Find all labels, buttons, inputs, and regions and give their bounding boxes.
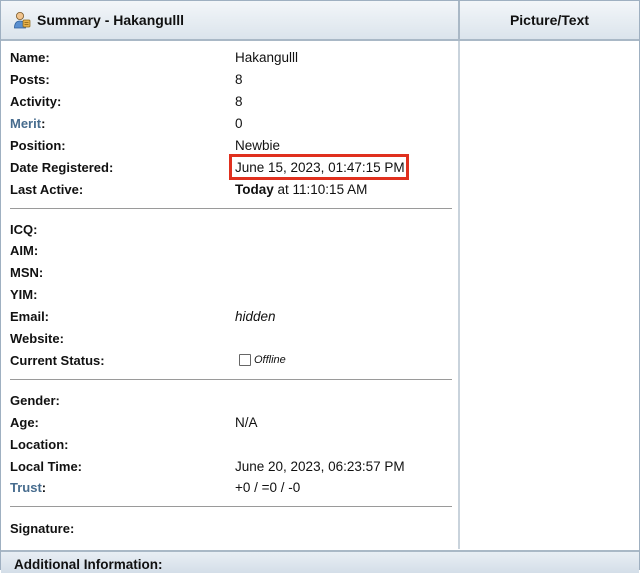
row-current-status: Current Status: Offline (10, 353, 450, 373)
merit-link[interactable]: Merit (10, 116, 41, 131)
local-time-value: June 20, 2023, 06:23:57 PM (235, 459, 405, 474)
msn-label: MSN: (10, 265, 44, 280)
section-divider (10, 506, 452, 507)
row-msn: MSN: (10, 265, 450, 285)
merit-colon: : (41, 116, 46, 131)
email-value: hidden (235, 309, 276, 324)
email-hidden: hidden (235, 309, 276, 324)
posts-label: Posts: (10, 72, 50, 87)
row-last-active: Last Active: Today at 11:10:15 AM (10, 182, 450, 202)
row-signature: Signature: (10, 521, 450, 541)
offline-icon (239, 354, 251, 366)
name-value: Hakangulll (235, 50, 299, 65)
row-aim: AIM: (10, 243, 450, 263)
picture-text-heading: Picture/Text (509, 12, 590, 28)
row-icq: ICQ: (10, 222, 450, 242)
name-label: Name: (10, 50, 50, 65)
row-email: Email: hidden (10, 309, 450, 329)
summary-title: Summary - Hakangulll (37, 12, 185, 28)
yim-label: YIM: (10, 287, 38, 302)
last-active-day: Today (235, 182, 274, 197)
position-label: Position: (10, 138, 66, 153)
aim-label: AIM: (10, 243, 39, 258)
email-label: Email: (10, 309, 50, 324)
local-time-label: Local Time: (10, 459, 83, 474)
section-divider (10, 379, 452, 380)
profile-details: Name: Hakangulll Posts: 8 Activity: 8 Me… (1, 41, 458, 549)
row-local-time: Local Time: June 20, 2023, 06:23:57 PM (10, 459, 450, 479)
activity-value: 8 (235, 94, 243, 109)
row-gender: Gender: (10, 393, 450, 413)
trust-label: Trust: (10, 480, 46, 495)
row-activity: Activity: 8 (10, 94, 450, 114)
section-divider (10, 208, 452, 209)
status-indicator: Offline (239, 354, 286, 366)
row-website: Website: (10, 331, 450, 351)
activity-label: Activity: (10, 94, 62, 109)
row-trust: Trust: +0 / =0 / -0 (10, 480, 450, 500)
current-status-label: Current Status: (10, 353, 105, 368)
merit-label: Merit: (10, 116, 45, 131)
website-label: Website: (10, 331, 64, 346)
user-icon (13, 11, 31, 29)
trust-value: +0 / =0 / -0 (235, 480, 301, 495)
last-active-value: Today at 11:10:15 AM (235, 182, 367, 197)
trust-link[interactable]: Trust (10, 480, 42, 495)
trust-colon: : (41, 480, 47, 495)
date-registered-value: June 15, 2023, 01:47:15 PM (235, 160, 405, 175)
age-label: Age: (10, 415, 39, 430)
row-merit: Merit: 0 (10, 116, 450, 136)
row-posts: Posts: 8 (10, 72, 450, 92)
row-age: Age: N/A (10, 415, 450, 435)
last-active-label: Last Active: (10, 182, 84, 197)
age-value: N/A (235, 415, 258, 430)
summary-header: Summary - Hakangulll (1, 1, 460, 39)
icq-label: ICQ: (10, 222, 38, 237)
date-registered-label: Date Registered: (10, 160, 114, 175)
row-location: Location: (10, 437, 450, 457)
posts-value: 8 (235, 72, 243, 87)
last-active-time: at 11:10:15 AM (273, 182, 368, 197)
position-value: Newbie (235, 138, 281, 153)
profile-panel: Summary - Hakangulll Picture/Text Name: … (0, 0, 640, 573)
row-yim: YIM: (10, 287, 450, 307)
row-name: Name: Hakangulll (10, 50, 450, 70)
location-label: Location: (10, 437, 69, 452)
column-divider (458, 41, 460, 549)
signature-label: Signature: (10, 521, 75, 536)
gender-label: Gender: (10, 393, 60, 408)
panel-header: Summary - Hakangulll Picture/Text (1, 1, 639, 41)
status-value: Offline (254, 354, 286, 366)
merit-value: 0 (235, 116, 243, 131)
row-date-registered: Date Registered: June 15, 2023, 01:47:15… (10, 154, 450, 180)
